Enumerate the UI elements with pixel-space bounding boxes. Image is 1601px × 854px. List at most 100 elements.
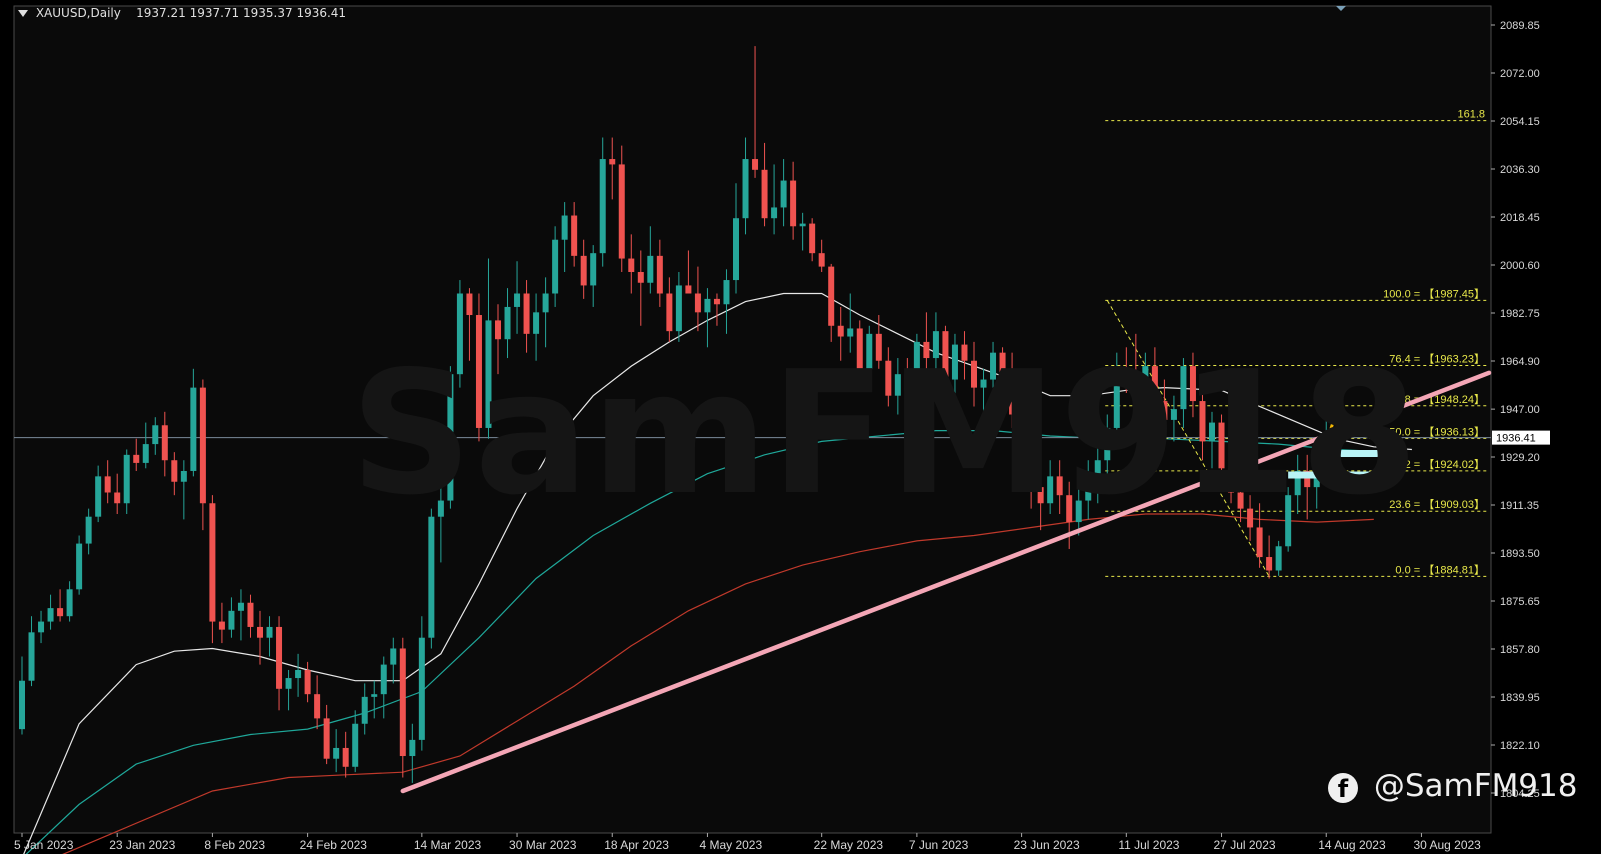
- candle-body: [904, 374, 911, 391]
- candle-body: [475, 315, 482, 428]
- fib-level-label: 161.8: [1457, 109, 1485, 121]
- candle-body: [847, 328, 854, 337]
- facebook-icon: f: [1328, 772, 1358, 803]
- candle-body: [1123, 368, 1130, 375]
- candle-body: [913, 341, 920, 391]
- candle-body: [152, 425, 159, 445]
- chart-menu-triangle-icon[interactable]: [18, 10, 28, 17]
- candle-body: [1066, 495, 1073, 523]
- candle-body: [418, 637, 425, 740]
- candle-body: [647, 255, 654, 283]
- chart-header: XAUUSD,Daily 1937.21 1937.71 1935.37 193…: [18, 6, 346, 20]
- candle-body: [923, 341, 930, 359]
- candle-body: [656, 255, 663, 294]
- candle-body: [180, 470, 187, 482]
- candle-body: [76, 543, 83, 590]
- candle-body: [809, 223, 816, 254]
- fib-level-label: 0.0 = 【1884.81】: [1395, 563, 1485, 576]
- candle-body: [466, 293, 473, 316]
- candle-body: [380, 664, 387, 695]
- candle-body: [942, 331, 949, 380]
- candle-body: [990, 352, 997, 380]
- candle-body: [1132, 374, 1139, 388]
- candle-body: [894, 374, 901, 396]
- candle-body: [790, 180, 797, 227]
- candle-body: [295, 669, 302, 679]
- candle-body: [38, 621, 45, 633]
- candle-body: [685, 285, 692, 294]
- symbol-label: XAUUSD,Daily: [35, 6, 121, 20]
- candle-body: [523, 293, 530, 334]
- candle-body: [142, 444, 149, 463]
- candle-body: [342, 747, 349, 767]
- candle-body: [1275, 546, 1282, 571]
- candle-body: [1199, 401, 1206, 442]
- candle-body: [1142, 366, 1149, 388]
- fib-level-label: 50.0 = 【1936.13】: [1389, 425, 1485, 438]
- support-resistance-zone: [1288, 471, 1384, 479]
- candle-body: [675, 285, 682, 332]
- x-axis-label: 8 Feb 2023: [204, 838, 265, 852]
- plot-area: [13, 5, 1492, 834]
- candle-body: [1047, 476, 1054, 504]
- candle-body: [704, 298, 711, 313]
- y-axis-label: 1875.65: [1500, 596, 1540, 608]
- x-axis-label: 30 Mar 2023: [509, 838, 577, 852]
- candle-body: [1170, 409, 1177, 420]
- candle-body: [485, 320, 492, 428]
- candle-body: [371, 694, 378, 697]
- candle-body: [951, 344, 958, 380]
- price-chart[interactable]: 161.8100.0 = 【1987.45】76.4 = 【1963.23】61…: [0, 0, 1601, 854]
- x-axis-label: 30 Aug 2023: [1413, 838, 1481, 852]
- candle-body: [713, 298, 720, 305]
- candle-body: [114, 492, 121, 504]
- candle-body: [399, 648, 406, 757]
- y-axis-label: 1839.95: [1500, 692, 1540, 704]
- candle-body: [866, 333, 873, 369]
- y-axis-label: 1911.35: [1500, 500, 1539, 512]
- candle-body: [95, 476, 102, 517]
- candle-body: [1056, 476, 1063, 496]
- candle-body: [47, 608, 54, 622]
- candle-body: [1218, 422, 1225, 469]
- candle-body: [504, 306, 511, 340]
- candle-body: [456, 293, 463, 375]
- candle-body: [666, 293, 673, 332]
- candle-body: [199, 387, 206, 504]
- candle-body: [542, 293, 549, 313]
- candle-body: [1075, 500, 1082, 523]
- candle-body: [1285, 495, 1292, 547]
- candle-body: [932, 331, 939, 359]
- candle-body: [123, 454, 130, 504]
- candle-body: [514, 293, 521, 307]
- candle-body: [618, 164, 625, 259]
- candle-body: [1189, 366, 1196, 402]
- x-axis-label: 23 Jun 2023: [1014, 838, 1080, 852]
- y-axis-label: 2036.30: [1500, 164, 1540, 176]
- y-axis-label: 2072.00: [1500, 68, 1540, 80]
- fib-level-label: 100.0 = 【1987.45】: [1383, 287, 1485, 300]
- candle-body: [799, 223, 806, 227]
- y-axis-label: 2018.45: [1500, 212, 1540, 224]
- candle-body: [257, 626, 263, 638]
- candle-body: [66, 589, 73, 617]
- candle-body: [361, 696, 368, 724]
- brand-handle: @SamFM918: [1373, 768, 1578, 804]
- candle-body: [1037, 487, 1044, 504]
- candle-body: [323, 718, 330, 759]
- candle-body: [1323, 438, 1330, 469]
- x-axis-label: 11 Jul 2023: [1118, 838, 1179, 852]
- candle-body: [999, 352, 1006, 375]
- x-axis-label: 4 May 2023: [699, 838, 762, 852]
- candle-body: [437, 500, 444, 517]
- candle-body: [390, 648, 397, 665]
- y-axis-label: 1893.50: [1500, 548, 1540, 560]
- brand-badge: f @SamFM918: [1328, 768, 1577, 804]
- fib-level-label: 23.6 = 【1909.03】: [1389, 498, 1485, 511]
- candle-body: [533, 312, 540, 334]
- candle-body: [1266, 557, 1273, 571]
- candle-body: [856, 328, 863, 369]
- candle-body: [190, 387, 197, 471]
- candle-body: [637, 271, 644, 283]
- candle-body: [752, 159, 759, 170]
